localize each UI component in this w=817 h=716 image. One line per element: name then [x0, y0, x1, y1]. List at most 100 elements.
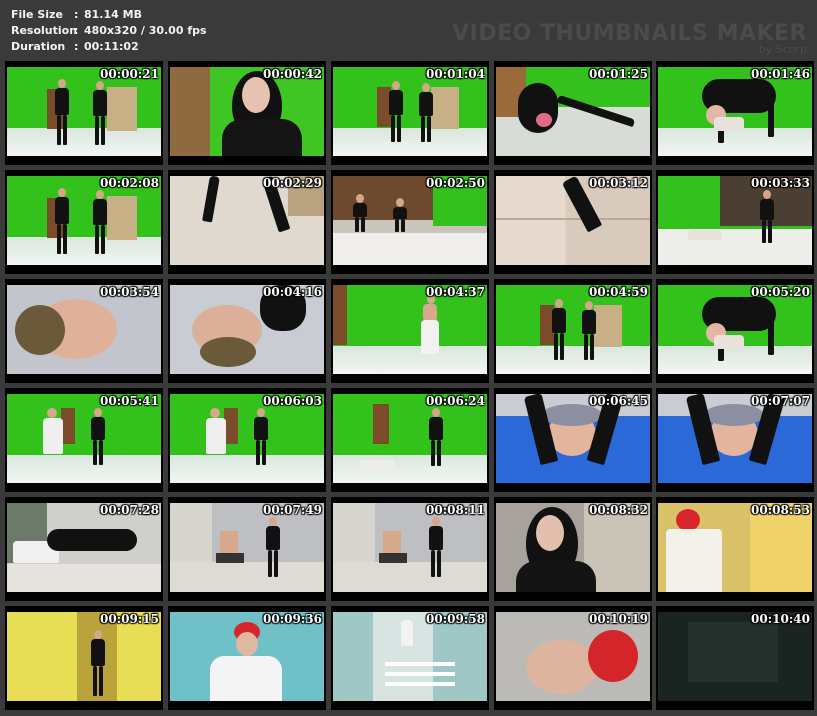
man	[714, 335, 744, 349]
timestamp: 00:05:41	[100, 394, 159, 408]
person	[401, 620, 413, 646]
man	[383, 531, 401, 555]
timestamp: 00:03:12	[589, 176, 648, 190]
woman-head	[432, 517, 440, 526]
floor	[7, 237, 161, 265]
woman-leg	[768, 219, 772, 243]
man-leg	[391, 114, 395, 143]
thumbnail[interactable]: 00:01:25	[494, 61, 652, 165]
floor	[333, 562, 487, 592]
resolution-label: Resolution	[11, 24, 78, 37]
woman-leg	[584, 333, 588, 361]
man-head	[392, 81, 400, 90]
thumbnail[interactable]: 00:02:50	[331, 170, 489, 274]
thumbnail[interactable]: 00:02:29	[168, 170, 326, 274]
thumbnail[interactable]: 00:10:19	[494, 606, 652, 710]
floor	[333, 346, 487, 374]
man-leg	[63, 115, 67, 145]
woman-leg	[437, 440, 441, 467]
thumbnail[interactable]: 00:07:49	[168, 497, 326, 601]
timestamp: 00:02:29	[263, 176, 322, 190]
man-leg	[57, 115, 61, 145]
timestamp: 00:10:19	[589, 612, 648, 626]
woman-body	[93, 90, 107, 117]
thumbnail[interactable]: 00:00:21	[5, 61, 163, 165]
thumbnail[interactable]: 00:08:11	[331, 497, 489, 601]
cabinet	[107, 87, 137, 131]
floor	[170, 562, 324, 592]
thumbnail[interactable]: 00:02:08	[5, 170, 163, 274]
woman-leg	[431, 440, 435, 467]
thumbnail[interactable]: 00:04:37	[331, 279, 489, 383]
thumbnail[interactable]: 00:08:32	[494, 497, 652, 601]
woman-leg	[95, 225, 99, 255]
person-head	[356, 194, 364, 203]
leg	[768, 315, 774, 355]
woman-body	[429, 526, 443, 551]
man-head	[555, 299, 563, 308]
thumbnail[interactable]: 00:06:24	[331, 388, 489, 492]
thumbnail[interactable]: 00:05:41	[5, 388, 163, 492]
thumbnail[interactable]: 00:03:12	[494, 170, 652, 274]
man	[43, 418, 63, 454]
watermark: VIDEO THUMBNAILS MAKER by Scorp	[452, 22, 807, 56]
thumbnail[interactable]: 00:05:20	[656, 279, 814, 383]
floor	[333, 128, 487, 156]
timestamp: 00:04:16	[263, 285, 322, 299]
thumbnail[interactable]: 00:01:04	[331, 61, 489, 165]
thumbnail[interactable]: 00:04:16	[168, 279, 326, 383]
timestamp: 00:09:36	[263, 612, 322, 626]
body	[518, 83, 558, 133]
cabinet	[594, 305, 622, 347]
woman-body	[91, 639, 105, 666]
face	[242, 77, 270, 113]
thumbnail[interactable]: 00:06:03	[168, 388, 326, 492]
thumbnail[interactable]: 00:08:53	[656, 497, 814, 601]
thumbnail[interactable]: 00:07:07	[656, 388, 814, 492]
person-body	[353, 203, 367, 217]
thumbnail[interactable]: 00:01:46	[656, 61, 814, 165]
head	[210, 408, 220, 418]
man-body	[55, 197, 69, 224]
leg	[202, 176, 220, 223]
woman-body	[93, 199, 107, 226]
shoulders	[516, 561, 596, 592]
woman-leg	[99, 439, 103, 465]
thumbnail[interactable]: 00:00:42	[168, 61, 326, 165]
person-leg	[355, 216, 359, 232]
floor	[658, 128, 812, 156]
thumbnail[interactable]: 00:09:36	[168, 606, 326, 710]
gi	[666, 529, 722, 592]
colon: :	[74, 8, 79, 21]
cabinet	[431, 87, 459, 129]
timestamp: 00:06:45	[589, 394, 648, 408]
watermark-title: VIDEO THUMBNAILS MAKER	[452, 21, 807, 46]
timestamp: 00:04:37	[426, 285, 485, 299]
woman-head	[257, 408, 265, 417]
man-body	[552, 308, 566, 333]
man-leg	[554, 332, 558, 361]
man-leg	[57, 224, 61, 254]
thumbnail[interactable]: 00:06:45	[494, 388, 652, 492]
colon: :	[74, 40, 79, 53]
thumbnail[interactable]: 00:07:28	[5, 497, 163, 601]
woman-head	[96, 190, 104, 199]
torso	[423, 304, 437, 320]
timestamp: 00:02:50	[426, 176, 485, 190]
timestamp: 00:02:08	[100, 176, 159, 190]
head	[47, 408, 57, 418]
thumbnail[interactable]: 00:09:58	[331, 606, 489, 710]
face	[526, 640, 598, 694]
thumbnail[interactable]: 00:04:59	[494, 279, 652, 383]
floor	[333, 455, 487, 483]
thumbnail[interactable]: 00:10:40	[656, 606, 814, 710]
thumbnail[interactable]: 00:03:54	[5, 279, 163, 383]
thumbnail[interactable]: 00:03:33	[656, 170, 814, 274]
timestamp: 00:10:40	[751, 612, 810, 626]
woman-head	[763, 190, 771, 199]
timestamp: 00:00:42	[263, 67, 322, 81]
thumbnail[interactable]: 00:09:15	[5, 606, 163, 710]
woman-leg	[590, 333, 594, 361]
duration-value: 00:11:02	[84, 40, 139, 53]
woman-leg	[93, 439, 97, 465]
